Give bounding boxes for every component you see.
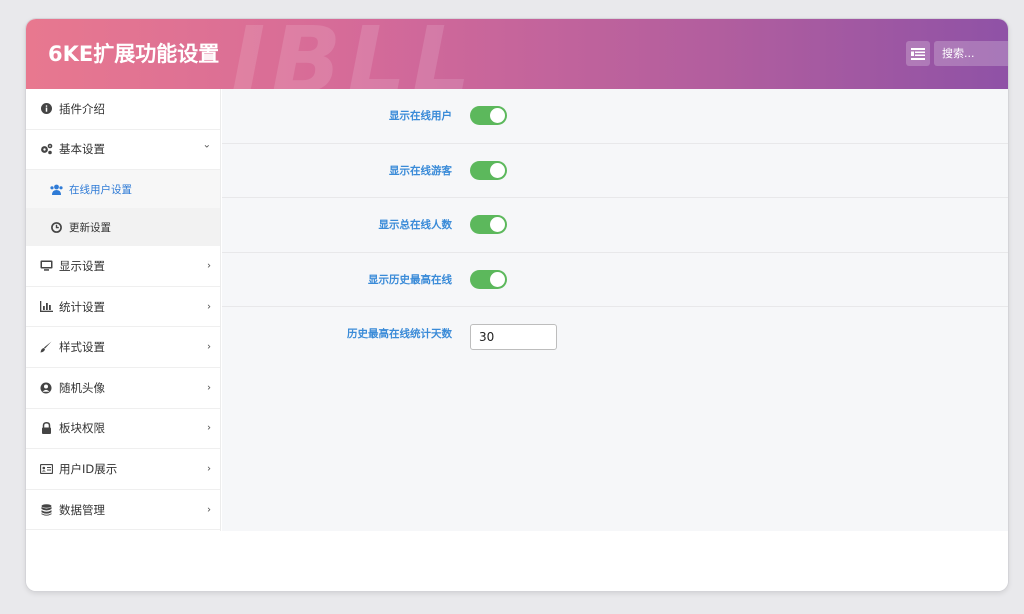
sidebar-item-data-management[interactable]: 数据管理 › (26, 490, 220, 531)
setting-row: 显示在线游客 (222, 144, 1008, 199)
cogs-icon (39, 142, 53, 156)
toggle-knob (490, 162, 505, 178)
sidebar-item-label: 板块权限 (59, 421, 105, 436)
header-watermark: JBLL (231, 19, 477, 89)
peak-stat-days-input[interactable] (470, 324, 557, 351)
chevron-right-icon: › (207, 422, 211, 434)
chevron-right-icon: › (207, 260, 211, 272)
window-footer (26, 531, 1008, 591)
sidebar-item-label: 数据管理 (59, 502, 105, 517)
chevron-right-icon: › (207, 382, 211, 394)
user-circle-icon (39, 381, 53, 395)
settings-window: JBLL 6KE扩展功能设置 插件介绍 基本设置 ⌄ (26, 19, 1008, 591)
clock-icon (49, 220, 63, 234)
sidebar-item-random-avatar[interactable]: 随机头像 › (26, 368, 220, 409)
sidebar-item-stats-settings[interactable]: 统计设置 › (26, 287, 220, 328)
sidebar-item-plugin-intro[interactable]: 插件介绍 (26, 89, 220, 130)
users-icon (49, 182, 63, 196)
sidebar-item-label: 基本设置 (59, 142, 105, 157)
sidebar-subitem-online-users[interactable]: 在线用户设置 (26, 170, 220, 209)
setting-label: 历史最高在线统计天数 (347, 328, 452, 341)
lock-icon (39, 421, 53, 435)
sidebar-item-label: 显示设置 (59, 258, 105, 273)
setting-row: 显示历史最高在线 (222, 253, 1008, 308)
setting-row: 显示总在线人数 (222, 198, 1008, 253)
sidebar-item-label: 随机头像 (59, 380, 105, 395)
chevron-right-icon: › (207, 341, 211, 353)
setting-row: 显示在线用户 (222, 89, 1008, 144)
toggle-knob (490, 217, 505, 233)
sidebar-item-label: 样式设置 (59, 340, 105, 355)
info-circle-icon (39, 102, 53, 116)
chevron-right-icon: › (207, 301, 211, 313)
settings-form: 显示在线用户 显示在线游客 显示总在线人数 显示历史最高在线 历史最高在线统计天… (222, 89, 1008, 531)
chevron-right-icon: › (207, 504, 211, 516)
page-title: 6KE扩展功能设置 (48, 42, 220, 66)
menu-list-icon (911, 47, 925, 60)
sidebar-subitem-label: 更新设置 (69, 221, 111, 234)
sidebar-item-label: 用户ID展示 (59, 461, 118, 476)
sidebar: 插件介绍 基本设置 ⌄ 在线用户设置 更新设置 显示设置 › 统计设置 › 样式… (26, 89, 221, 531)
setting-label: 显示历史最高在线 (368, 273, 452, 286)
sidebar-item-display-settings[interactable]: 显示设置 › (26, 246, 220, 287)
show-peak-online-toggle[interactable] (470, 269, 507, 289)
sidebar-item-style-settings[interactable]: 样式设置 › (26, 327, 220, 368)
menu-toggle-button[interactable] (906, 41, 930, 66)
setting-label: 显示在线用户 (389, 110, 452, 122)
sidebar-item-board-permissions[interactable]: 板块权限 › (26, 409, 220, 450)
setting-label: 显示在线游客 (389, 164, 452, 177)
toggle-knob (490, 271, 505, 287)
sidebar-item-user-id-display[interactable]: 用户ID展示 › (26, 449, 220, 490)
sidebar-item-basic-settings[interactable]: 基本设置 ⌄ (26, 130, 220, 171)
show-online-guests-toggle[interactable] (470, 160, 507, 180)
setting-row: 历史最高在线统计天数 (222, 307, 1008, 367)
sidebar-item-label: 统计设置 (59, 299, 105, 314)
id-card-icon (39, 462, 53, 476)
show-total-online-toggle[interactable] (470, 215, 507, 235)
search-input[interactable] (934, 41, 1008, 66)
show-online-users-toggle[interactable] (470, 106, 507, 125)
header-bar: JBLL 6KE扩展功能设置 (26, 19, 1008, 89)
sidebar-subitem-update-settings[interactable]: 更新设置 (26, 208, 220, 247)
sidebar-item-label: 插件介绍 (59, 101, 105, 116)
paint-brush-icon (39, 340, 53, 354)
database-icon (39, 503, 53, 517)
bar-chart-icon (39, 300, 53, 314)
chevron-right-icon: › (207, 463, 211, 475)
toggle-knob (490, 108, 505, 123)
chevron-down-icon: ⌄ (202, 139, 211, 151)
monitor-icon (39, 259, 53, 273)
sidebar-subitem-label: 在线用户设置 (69, 183, 132, 196)
setting-label: 显示总在线人数 (378, 219, 453, 232)
